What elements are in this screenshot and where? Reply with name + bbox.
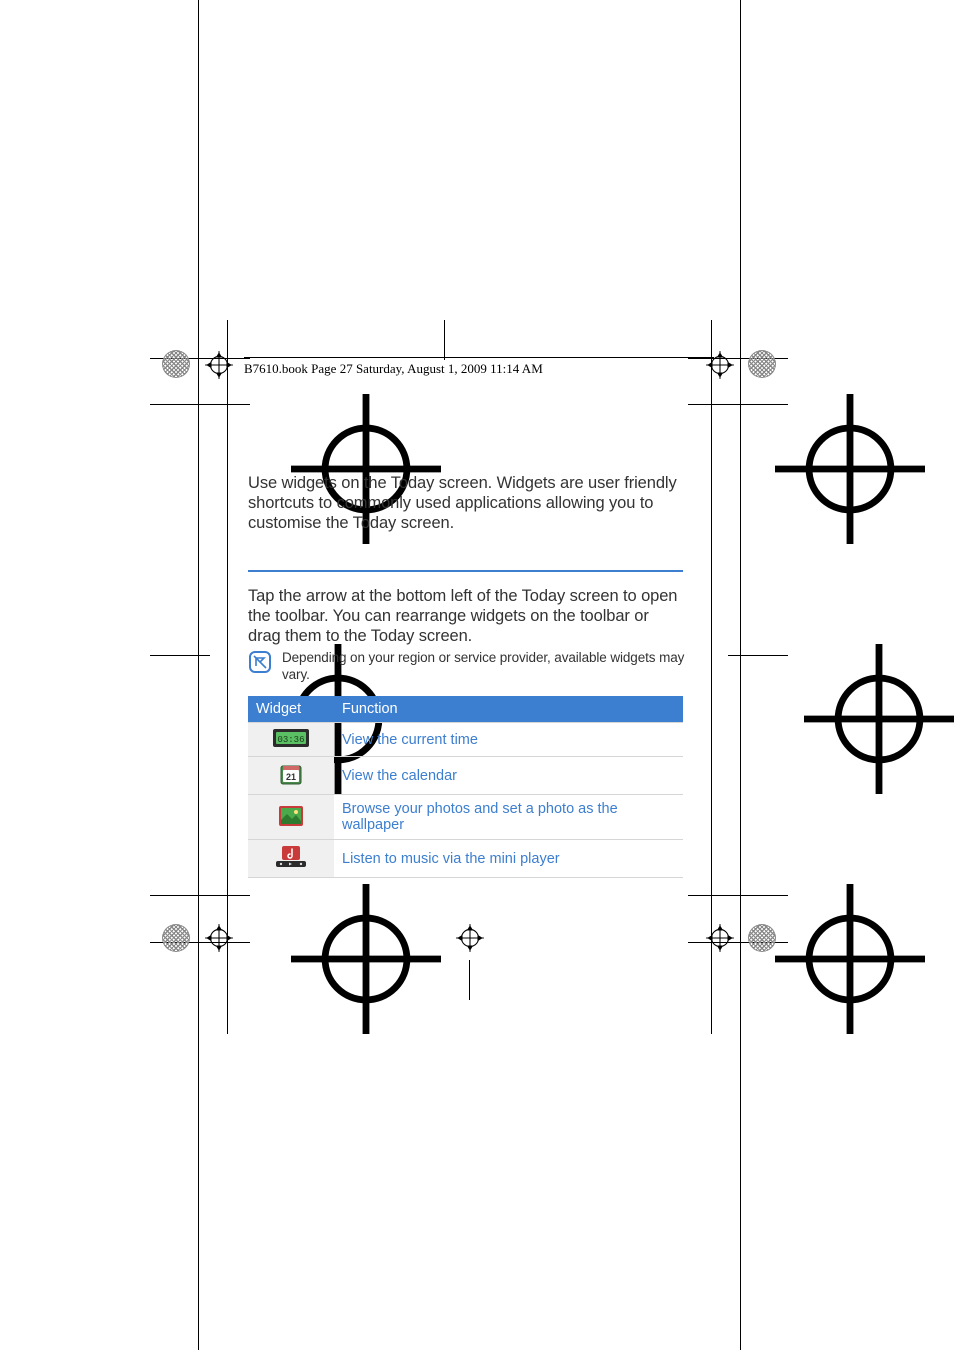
clock-widget-icon: 03:36 bbox=[273, 729, 309, 750]
svg-text:21: 21 bbox=[286, 772, 296, 782]
crop-tick bbox=[444, 320, 445, 360]
crosshair-icon bbox=[216, 394, 238, 416]
intro-paragraph: Use widgets on the Today screen. Widgets… bbox=[248, 473, 678, 533]
registration-circle-icon bbox=[162, 924, 190, 952]
note-icon bbox=[248, 650, 272, 674]
note-row: Depending on your region or service prov… bbox=[248, 650, 688, 684]
widget-table: Widget Function 03:36 View the current t… bbox=[248, 696, 683, 878]
widget-icon-cell: 03:36 bbox=[248, 723, 334, 757]
registration-mark-icon bbox=[203, 349, 235, 381]
widget-icon-cell bbox=[248, 795, 334, 840]
crosshair-icon bbox=[188, 644, 210, 666]
widget-icon-cell bbox=[248, 840, 334, 878]
toolbar-tip-paragraph: Tap the arrow at the bottom left of the … bbox=[248, 586, 683, 646]
table-header-function: Function bbox=[334, 696, 683, 723]
registration-circle-icon bbox=[748, 350, 776, 378]
photo-widget-icon bbox=[278, 805, 304, 830]
header-text: B7610.book Page 27 Saturday, August 1, 2… bbox=[244, 361, 543, 377]
crosshair-icon bbox=[216, 884, 238, 906]
widget-function-text: Listen to music via the mini player bbox=[334, 840, 683, 878]
table-row: Listen to music via the mini player bbox=[248, 840, 683, 878]
table-row: Browse your photos and set a photo as th… bbox=[248, 795, 683, 840]
section-divider bbox=[248, 570, 683, 572]
crosshair-icon bbox=[700, 394, 722, 416]
svg-text:03:36: 03:36 bbox=[277, 735, 304, 745]
calendar-widget-icon: 21 bbox=[280, 763, 302, 788]
header-rule bbox=[244, 357, 714, 358]
widget-icon-cell: 21 bbox=[248, 757, 334, 795]
widget-function-text: View the current time bbox=[334, 723, 683, 757]
table-row: 21 View the calendar bbox=[248, 757, 683, 795]
note-text: Depending on your region or service prov… bbox=[282, 650, 688, 684]
music-widget-icon bbox=[276, 846, 306, 871]
registration-mark-icon bbox=[704, 349, 736, 381]
table-row: 03:36 View the current time bbox=[248, 723, 683, 757]
registration-circle-icon bbox=[162, 350, 190, 378]
widget-function-text: Browse your photos and set a photo as th… bbox=[334, 795, 683, 840]
widget-function-text: View the calendar bbox=[334, 757, 683, 795]
table-header-widget: Widget bbox=[248, 696, 334, 723]
crosshair-icon bbox=[729, 644, 751, 666]
crosshair-icon bbox=[700, 884, 722, 906]
